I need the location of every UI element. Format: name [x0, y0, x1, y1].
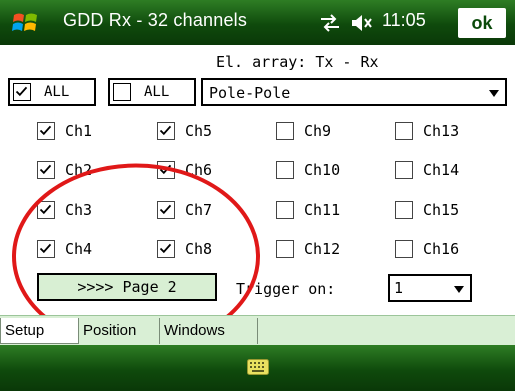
checkbox-unchecked	[276, 201, 294, 219]
select-all-button[interactable]: ALL	[8, 78, 96, 106]
title-bar: GDD Rx - 32 channels 11:05 ok	[0, 0, 515, 45]
chevron-down-icon	[454, 286, 464, 293]
channel-label: Ch6	[185, 161, 213, 179]
trigger-label: Trigger on:	[236, 280, 336, 298]
checkbox-checked	[157, 122, 175, 140]
tab-windows[interactable]: Windows	[160, 318, 258, 344]
keyboard-icon[interactable]	[247, 359, 269, 375]
checkbox-checked	[157, 240, 175, 258]
bottom-bar	[0, 345, 515, 391]
app-title: GDD Rx - 32 channels	[63, 10, 248, 30]
channel-label: Ch5	[185, 122, 213, 140]
checkbox-checked	[37, 240, 55, 258]
channel-label: Ch7	[185, 201, 213, 219]
channel-label: Ch13	[423, 122, 460, 140]
el-array-label: El. array: Tx - Rx	[216, 53, 379, 71]
signal-icon[interactable]	[318, 13, 342, 33]
checkbox-checked	[37, 161, 55, 179]
checkbox-checked	[157, 161, 175, 179]
tab-position[interactable]: Position	[79, 318, 160, 344]
checkbox-unchecked	[395, 122, 413, 140]
main-content: El. array: Tx - Rx ALL ALL Pole-Pole Ch1…	[0, 45, 515, 350]
chevron-down-icon	[489, 90, 499, 97]
page-2-button[interactable]: >>>> Page 2	[37, 273, 217, 301]
channel-label: Ch1	[65, 122, 93, 140]
channel-label: Ch9	[304, 122, 332, 140]
channel-label: Ch8	[185, 240, 213, 258]
volume-icon[interactable]	[350, 13, 374, 33]
channel-label: Ch16	[423, 240, 460, 258]
checkbox-checked	[37, 201, 55, 219]
ok-button[interactable]: ok	[458, 8, 506, 38]
tab-setup[interactable]: Setup	[0, 318, 79, 344]
clock: 11:05	[382, 10, 426, 30]
channel-label: Ch4	[65, 240, 93, 258]
channel-label: Ch3	[65, 201, 93, 219]
checkbox-unchecked	[395, 161, 413, 179]
checkbox-unchecked	[276, 161, 294, 179]
channel-label: Ch11	[304, 201, 341, 219]
checkbox-unchecked	[276, 240, 294, 258]
trigger-value: 1	[394, 279, 404, 297]
checkbox-checked	[37, 122, 55, 140]
channel-label: Ch12	[304, 240, 341, 258]
array-type-select[interactable]: Pole-Pole	[201, 78, 507, 106]
channel-label: Ch10	[304, 161, 341, 179]
checkbox-unchecked	[395, 240, 413, 258]
trigger-select[interactable]: 1	[388, 274, 472, 302]
array-type-value: Pole-Pole	[209, 84, 291, 102]
tab-bar: Setup Position Windows	[0, 315, 515, 346]
deselect-all-label: ALL	[144, 84, 170, 100]
windows-start-icon[interactable]	[12, 10, 40, 36]
checkbox-unchecked	[276, 122, 294, 140]
checkbox-unchecked	[395, 201, 413, 219]
checkbox-unchecked	[113, 83, 131, 101]
checkbox-checked	[13, 83, 31, 101]
channel-label: Ch14	[423, 161, 460, 179]
deselect-all-button[interactable]: ALL	[108, 78, 196, 106]
select-all-label: ALL	[44, 84, 70, 100]
checkbox-checked	[157, 201, 175, 219]
channel-label: Ch15	[423, 201, 460, 219]
channel-label: Ch2	[65, 161, 93, 179]
